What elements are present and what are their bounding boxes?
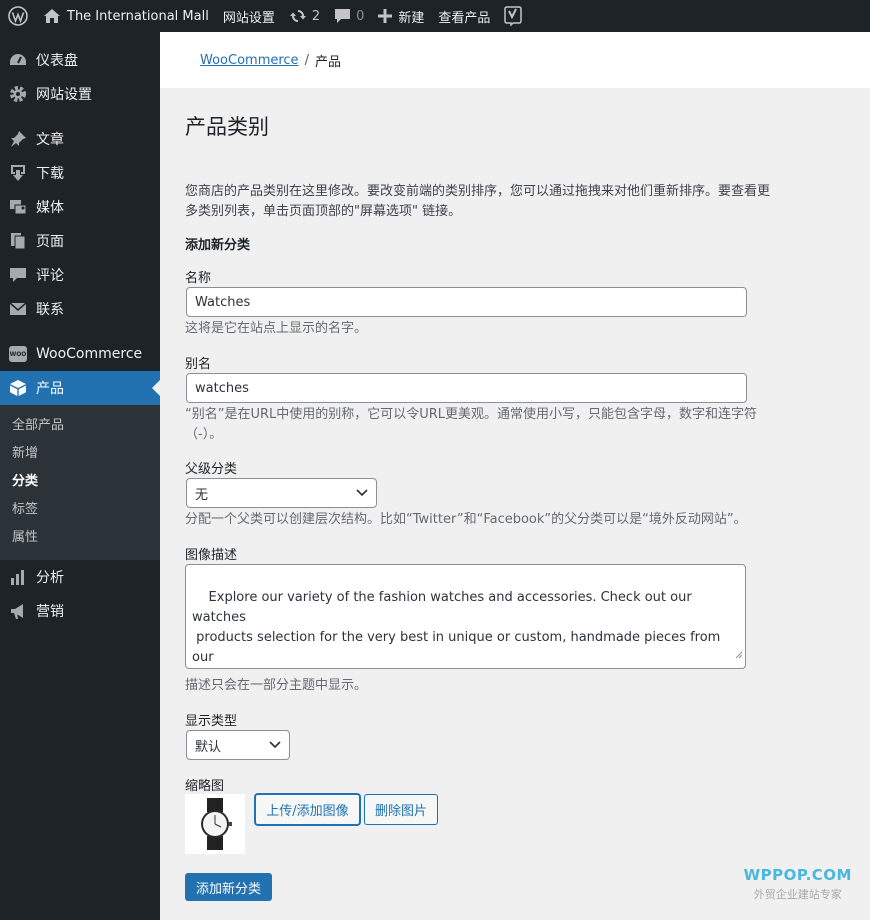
sidebar-item-site-settings[interactable]: 网站设置 [0,77,160,111]
sidebar-item-comments[interactable]: 评论 [0,258,160,292]
woocommerce-icon: WOO [8,344,28,364]
display-type-label: 显示类型 [185,714,238,729]
watermark: WPPOP.COM 外贸企业建站专家 [744,866,852,902]
plus-icon [378,9,393,23]
sidebar-item-label: 产品 [36,381,64,397]
submenu-all-products[interactable]: 全部产品 [0,412,160,440]
resize-grip-icon[interactable] [734,646,743,666]
pin-icon [8,129,28,149]
parent-select-value: 无 [195,487,209,503]
parent-select[interactable]: 无 [186,478,377,508]
name-input[interactable] [186,287,747,317]
form-heading: 添加新分类 [185,238,251,253]
new-content-link[interactable]: 新建 [371,0,431,32]
sidebar-item-marketing[interactable]: 营销 [0,594,160,628]
view-products-label: 查看产品 [438,10,491,26]
display-type-value: 默认 [195,739,222,755]
description-text: Explore our variety of the fashion watch… [192,590,721,665]
updates-link[interactable]: 2 [282,0,327,32]
sidebar-item-woocommerce[interactable]: WOO WooCommerce [0,337,160,371]
breadcrumb-woocommerce-link[interactable]: WooCommerce [200,53,299,68]
dashboard-icon [8,50,28,70]
page-title: 产品类别 [185,115,269,139]
remove-image-button[interactable]: 删除图片 [364,794,438,825]
chevron-down-icon [356,486,368,501]
updates-count: 2 [311,8,321,24]
new-label: 新建 [398,10,425,26]
site-name: The International Mall [67,8,209,24]
wordpress-logo-icon[interactable] [0,0,36,32]
site-settings-label: 网站设置 [222,10,275,26]
sidebar-item-dashboard[interactable]: 仪表盘 [0,43,160,77]
sidebar-item-label: 联系 [36,302,64,318]
sidebar-item-downloads[interactable]: 下载 [0,156,160,190]
description-textarea[interactable]: Explore our variety of the fashion watch… [185,564,746,669]
pages-icon [8,231,28,251]
parent-label: 父级分类 [185,462,238,477]
sidebar-item-label: 仪表盘 [36,53,78,69]
comment-icon [334,8,351,24]
site-settings-link[interactable]: 网站设置 [216,0,282,32]
submenu-tags[interactable]: 标签 [0,496,160,524]
gear-icon [8,84,28,104]
download-icon [8,163,28,183]
box-icon [8,378,28,398]
breadcrumb: WooCommerce / 产品 [160,32,870,88]
sidebar-item-label: 媒体 [36,200,64,216]
comments-link[interactable]: 0 [327,0,371,32]
slug-input[interactable] [186,373,747,403]
name-label: 名称 [185,271,212,286]
site-name-link[interactable]: The International Mall [36,0,216,32]
refresh-icon [289,7,307,25]
products-submenu: 全部产品 新增 分类 标签 属性 [0,405,160,560]
display-type-select[interactable]: 默认 [186,730,290,760]
media-icon [8,197,28,217]
upload-image-button[interactable]: 上传/添加图像 [255,794,360,825]
parent-help: 分配一个父类可以创建层次结构。比如“Twitter”和“Facebook”的父分… [185,512,747,527]
name-help: 这将是它在站点上显示的名字。 [185,321,368,336]
megaphone-icon [8,601,28,621]
sidebar-item-products[interactable]: 产品 [0,371,160,405]
watermark-site: WPPOP.COM [743,866,852,884]
home-icon [43,8,61,24]
woo-badge: WOO [9,346,27,362]
sidebar-item-contact[interactable]: 联系 [0,292,160,326]
add-category-button[interactable]: 添加新分类 [185,873,273,901]
sidebar-item-label: 评论 [36,268,64,284]
comments-count: 0 [356,8,365,24]
admin-sidebar: 仪表盘 网站设置 文章 下载 媒体 页面 评论 联系 WOO WooCommer… [0,32,160,920]
bar-chart-icon [8,567,28,587]
sidebar-item-pages[interactable]: 页面 [0,224,160,258]
page-description: 您商店的产品类别在这里修改。要改变前端的类别排序，您可以通过拖拽来对他们重新排序… [185,184,771,219]
sidebar-item-label: WooCommerce [36,346,143,362]
sidebar-item-label: 网站设置 [36,87,92,103]
breadcrumb-separator: / [304,52,309,68]
thumbnail-label: 缩略图 [185,779,225,794]
sidebar-item-label: 文章 [36,132,64,148]
thumbnail-image [185,794,245,854]
sidebar-item-analytics[interactable]: 分析 [0,560,160,594]
mail-icon [8,299,28,319]
slug-help: “别名”是在URL中使用的别称，它可以令URL更美观。通常使用小写，只能包含字母… [185,407,758,442]
sidebar-item-media[interactable]: 媒体 [0,190,160,224]
description-help: 描述只会在一部分主题中显示。 [185,678,368,693]
chevron-down-icon [269,738,281,753]
sidebar-item-posts[interactable]: 文章 [0,122,160,156]
submenu-attributes[interactable]: 属性 [0,524,160,552]
comment-icon [8,265,28,285]
submenu-categories[interactable]: 分类 [0,468,160,496]
watermark-tagline: 外贸企业建站专家 [753,888,842,901]
yoast-icon[interactable] [497,0,529,32]
submenu-add-new[interactable]: 新增 [0,440,160,468]
breadcrumb-current: 产品 [314,54,341,70]
sidebar-item-label: 下载 [36,166,64,182]
sidebar-item-label: 营销 [36,604,64,620]
description-label: 图像描述 [185,548,238,563]
admin-bar: The International Mall 网站设置 2 0 新建 查看产品 [0,0,870,32]
sidebar-item-label: 分析 [36,570,64,586]
view-products-link[interactable]: 查看产品 [431,0,497,32]
slug-label: 别名 [185,357,212,372]
sidebar-item-label: 页面 [36,234,64,250]
